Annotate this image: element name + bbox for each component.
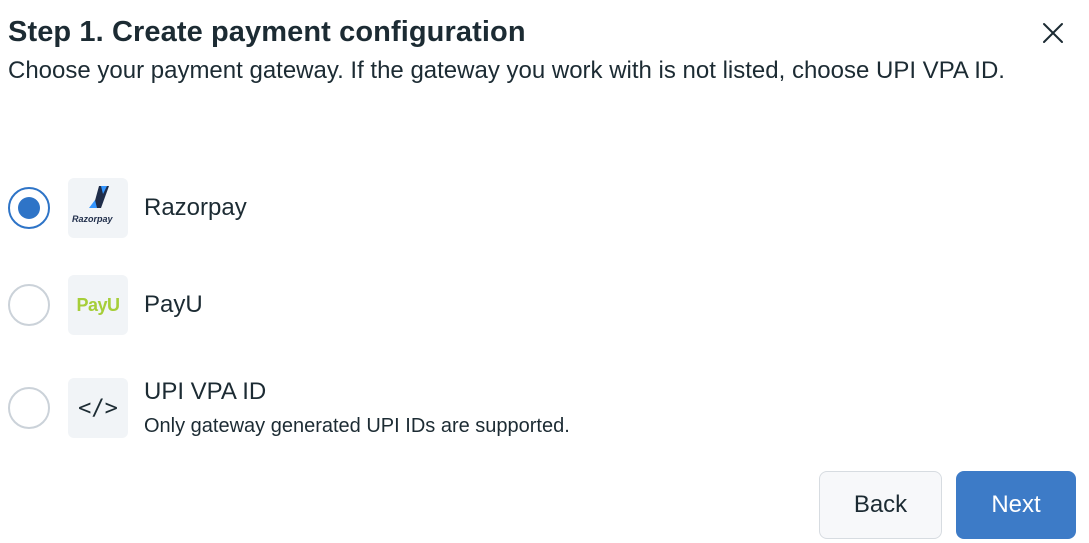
dialog-subtitle: Choose your payment gateway. If the gate…: [8, 57, 1005, 84]
option-upi-vpa-id[interactable]: </> UPI VPA ID Only gateway generated UP…: [8, 377, 570, 439]
next-button[interactable]: Next: [956, 471, 1076, 539]
razorpay-mark-icon: [89, 186, 109, 208]
radio-selected-dot: [18, 197, 40, 219]
payment-config-dialog: Step 1. Create payment configuration Cho…: [0, 0, 1089, 543]
option-label: UPI VPA ID: [144, 378, 267, 405]
radio-payu[interactable]: [8, 284, 50, 326]
close-icon: [1043, 23, 1063, 43]
option-label: Razorpay: [144, 194, 247, 221]
code-icon: </>: [68, 378, 128, 438]
razorpay-logo: Razorpay: [68, 178, 128, 238]
dialog-title: Step 1. Create payment configuration: [8, 16, 526, 48]
option-payu[interactable]: PayU PayU: [8, 275, 203, 335]
razorpay-logo-text: Razorpay: [72, 214, 113, 224]
payu-logo: PayU: [68, 275, 128, 335]
code-glyph: </>: [78, 395, 118, 421]
option-description: Only gateway generated UPI IDs are suppo…: [144, 415, 570, 437]
option-razorpay[interactable]: Razorpay Razorpay: [8, 178, 247, 238]
close-button[interactable]: [1036, 16, 1070, 50]
radio-upi-vpa-id[interactable]: [8, 387, 50, 429]
option-upi-text: UPI VPA ID Only gateway generated UPI ID…: [144, 377, 570, 439]
option-payu-text: PayU: [144, 290, 203, 320]
payu-logo-text: PayU: [76, 294, 120, 315]
radio-razorpay[interactable]: [8, 187, 50, 229]
option-razorpay-text: Razorpay: [144, 193, 247, 223]
back-button[interactable]: Back: [819, 471, 942, 539]
option-label: PayU: [144, 291, 203, 318]
